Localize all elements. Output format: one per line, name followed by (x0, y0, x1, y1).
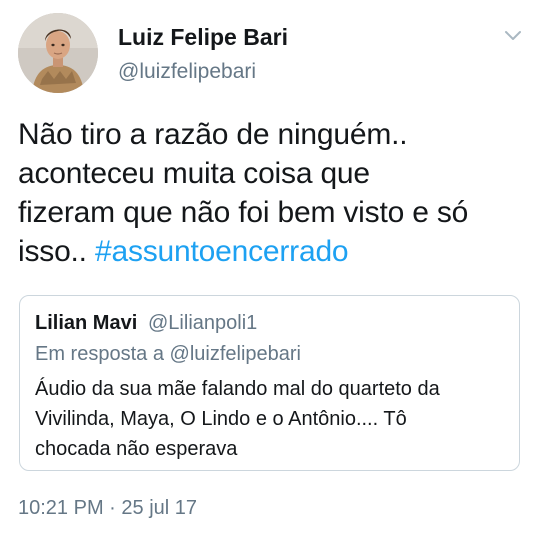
reply-prefix: Em resposta a (35, 343, 170, 365)
quoted-text-line: Vivilinda, Maya, O Lindo e o Antônio....… (35, 408, 407, 430)
tweet-text-last-line: isso.. #assuntoencerrado (18, 232, 528, 271)
tweet-text-line: aconteceu muita coisa que (18, 157, 370, 190)
tweet-text-fragment: isso.. (18, 235, 95, 268)
author-display-name[interactable]: Luiz Felipe Bari (118, 24, 288, 51)
quoted-author-handle[interactable]: @Lilianpoli1 (148, 312, 257, 335)
quoted-text-line: chocada não esperava (35, 438, 238, 460)
quoted-author-name[interactable]: Lilian Mavi (35, 312, 137, 335)
tweet-timestamp[interactable]: 10:21 PM · 25 jul 17 (18, 497, 197, 520)
hashtag-link[interactable]: #assuntoencerrado (95, 235, 349, 268)
tweet-text-line: Não tiro a razão de ninguém.. (18, 118, 408, 151)
reply-context: Em resposta a @luizfelipebari (35, 343, 301, 366)
timestamp-separator: · (103, 497, 122, 519)
author-handle[interactable]: @luizfelipebari (118, 60, 256, 84)
avatar-photo (18, 13, 98, 93)
avatar[interactable] (18, 13, 98, 93)
quoted-tweet-text: Áudio da sua mãe falando mal do quarteto… (35, 374, 505, 464)
tweet-text-line: fizeram que não foi bem visto e só (18, 196, 469, 229)
tweet-text: Não tiro a razão de ninguém.. aconteceu … (18, 115, 528, 271)
reply-mention[interactable]: @luizfelipebari (170, 343, 301, 365)
timestamp-date: 25 jul 17 (121, 497, 198, 519)
timestamp-time: 10:21 PM (18, 497, 104, 519)
quoted-tweet[interactable]: Lilian Mavi @Lilianpoli1 Em resposta a @… (19, 295, 520, 471)
quoted-text-line: Áudio da sua mãe falando mal do quarteto… (35, 378, 440, 400)
tweet-card: Luiz Felipe Bari @luizfelipebari Não tir… (0, 0, 540, 540)
chevron-down-icon[interactable] (503, 28, 523, 42)
